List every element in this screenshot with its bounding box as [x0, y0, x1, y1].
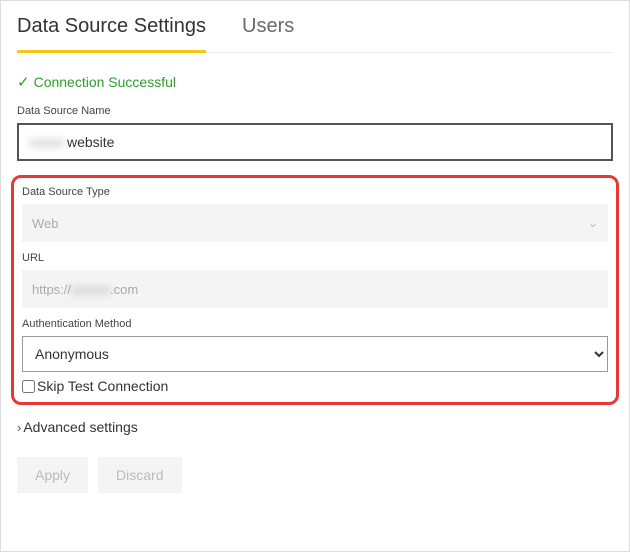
- settings-panel: Data Source Settings Users ✓ Connection …: [0, 0, 630, 552]
- discard-button[interactable]: Discard: [98, 457, 181, 493]
- highlight-box: Data Source Type Web ⌄ URL https:// xxxx…: [11, 175, 619, 405]
- connection-status: ✓ Connection Successful: [17, 73, 613, 91]
- redacted-text: xxxxxx: [71, 282, 110, 297]
- url-value-suffix: .com: [110, 282, 138, 297]
- data-source-name-label: Data Source Name: [17, 105, 613, 117]
- connection-status-text: Connection Successful: [34, 74, 176, 90]
- skip-test-checkbox[interactable]: [22, 380, 35, 393]
- skip-test-row: Skip Test Connection: [22, 378, 608, 394]
- advanced-settings-label: Advanced settings: [23, 419, 137, 435]
- url-input[interactable]: https:// xxxxxx .com: [22, 270, 608, 308]
- data-source-type-label: Data Source Type: [22, 186, 608, 198]
- data-source-name-value: website: [67, 134, 114, 150]
- url-label: URL: [22, 252, 608, 264]
- auth-method-label: Authentication Method: [22, 318, 608, 330]
- chevron-down-icon: ⌄: [588, 216, 598, 230]
- tab-users[interactable]: Users: [242, 1, 294, 53]
- skip-test-label: Skip Test Connection: [37, 378, 168, 394]
- chevron-right-icon: ›: [17, 420, 21, 435]
- button-row: Apply Discard: [17, 457, 613, 493]
- data-source-type-select[interactable]: Web ⌄: [22, 204, 608, 242]
- check-icon: ✓: [17, 73, 30, 91]
- tab-data-source-settings[interactable]: Data Source Settings: [17, 1, 206, 53]
- apply-button[interactable]: Apply: [17, 457, 88, 493]
- data-source-type-value: Web: [32, 216, 59, 231]
- data-source-name-input[interactable]: xxxxx website: [17, 123, 613, 161]
- url-value-prefix: https://: [32, 282, 71, 297]
- tab-bar: Data Source Settings Users: [17, 1, 613, 53]
- redacted-text: xxxxx: [29, 134, 64, 150]
- auth-method-select[interactable]: Anonymous: [22, 336, 608, 372]
- advanced-settings-toggle[interactable]: › Advanced settings: [17, 419, 613, 435]
